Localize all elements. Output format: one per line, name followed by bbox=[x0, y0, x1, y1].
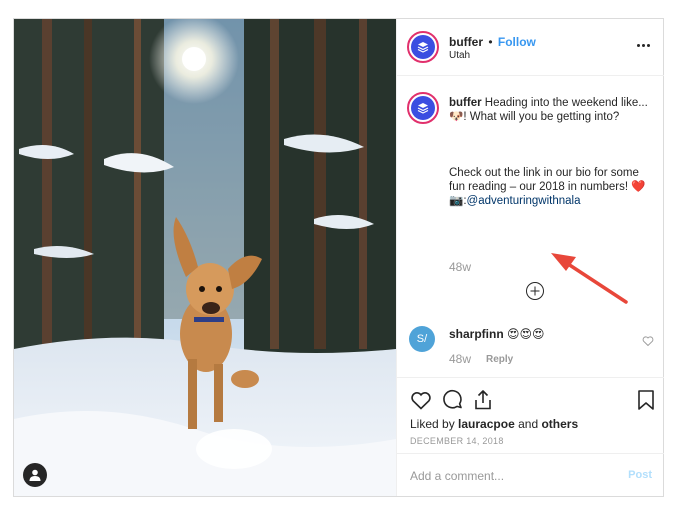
comment-username[interactable]: sharpfinn bbox=[449, 327, 504, 341]
buffer-logo-icon bbox=[417, 103, 429, 114]
buffer-logo-icon bbox=[417, 42, 429, 53]
post-image bbox=[14, 19, 396, 496]
post-comment-button[interactable]: Post bbox=[628, 469, 652, 481]
add-comment-input[interactable] bbox=[410, 464, 610, 488]
post-date[interactable]: DECEMBER 14, 2018 bbox=[410, 436, 504, 446]
reply-button[interactable]: Reply bbox=[486, 354, 513, 365]
comment-timestamp[interactable]: 48w bbox=[449, 352, 471, 366]
person-icon bbox=[29, 469, 41, 481]
post-side-panel: buffer • Follow Utah buffer Heading into… bbox=[396, 19, 664, 496]
location-link[interactable]: Utah bbox=[449, 50, 470, 61]
comment-body: sharpfinn 😍😍😍 bbox=[449, 327, 545, 341]
caption-credit-prefix: 📷: bbox=[449, 195, 467, 207]
header-username-line: buffer • Follow bbox=[449, 35, 536, 49]
likes-summary: Liked by lauracpoe and others bbox=[410, 417, 578, 431]
avatar[interactable] bbox=[407, 31, 439, 63]
caption-username[interactable]: buffer bbox=[449, 97, 482, 109]
comment-like-heart-icon[interactable] bbox=[642, 335, 654, 347]
separator-dot: • bbox=[488, 35, 493, 49]
post-photo[interactable] bbox=[14, 19, 396, 496]
post-caption: buffer Heading into the weekend like...🐶… bbox=[449, 96, 649, 208]
follow-button[interactable]: Follow bbox=[498, 35, 536, 49]
caption-avatar[interactable] bbox=[407, 92, 439, 124]
add-comment-bar: Post bbox=[397, 453, 664, 496]
comment-item: S/ sharpfinn 😍😍😍 48w Reply bbox=[397, 321, 664, 366]
comment-avatar[interactable]: S/ bbox=[409, 326, 435, 352]
post-header: buffer • Follow Utah bbox=[397, 19, 664, 76]
ellipsis-icon bbox=[636, 43, 640, 47]
liked-by-user-link[interactable]: lauracpoe bbox=[458, 417, 515, 431]
username-link[interactable]: buffer bbox=[449, 35, 483, 49]
load-more-comments-icon[interactable] bbox=[525, 281, 545, 301]
user-tag-button[interactable] bbox=[23, 463, 47, 487]
likes-prefix: Liked by bbox=[410, 417, 455, 431]
caption-line-2: Check out the link in our bio for some f… bbox=[449, 167, 646, 193]
mention-link[interactable]: @adventuringwithnala bbox=[467, 195, 581, 207]
more-options-button[interactable] bbox=[634, 36, 652, 54]
bookmark-icon[interactable] bbox=[634, 388, 658, 412]
post-actions: Liked by lauracpoe and others DECEMBER 1… bbox=[397, 377, 664, 463]
instagram-post: buffer • Follow Utah buffer Heading into… bbox=[13, 18, 664, 497]
share-icon[interactable] bbox=[471, 388, 495, 412]
caption-timestamp[interactable]: 48w bbox=[449, 260, 471, 274]
likes-and: and bbox=[518, 417, 539, 431]
comment-icon[interactable] bbox=[441, 388, 465, 412]
like-heart-icon[interactable] bbox=[409, 388, 433, 412]
liked-by-others-link[interactable]: others bbox=[541, 417, 578, 431]
comment-text: 😍😍😍 bbox=[507, 327, 545, 341]
